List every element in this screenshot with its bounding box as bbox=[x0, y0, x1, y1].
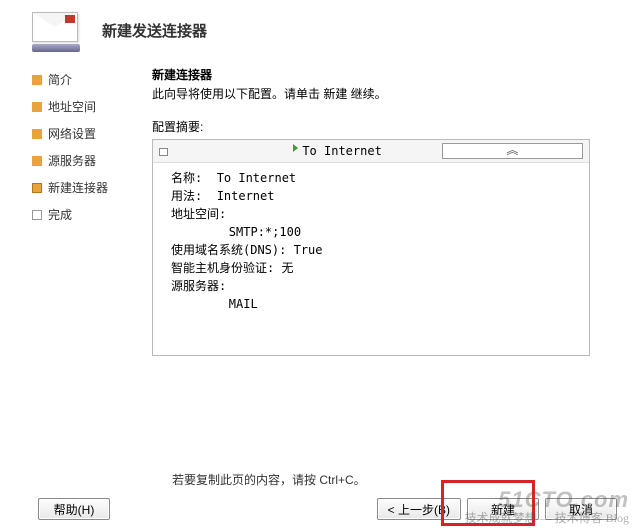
summary-header[interactable]: To Internet ︽ bbox=[153, 140, 589, 163]
sidebar-item-label: 地址空间 bbox=[48, 98, 96, 115]
connector-icon bbox=[159, 144, 298, 158]
sidebar-item-finish: 完成 bbox=[32, 201, 152, 228]
sidebar-item-create: 新建连接器 bbox=[32, 174, 152, 201]
copy-hint: 若要复制此页的内容，请按 Ctrl+C。 bbox=[172, 471, 617, 488]
summary-body: 名称: To Internet 用法: Internet 地址空间: SMTP:… bbox=[153, 163, 589, 355]
back-button[interactable]: < 上一步(B) bbox=[377, 498, 461, 520]
create-button[interactable]: 新建 bbox=[467, 498, 539, 520]
sidebar-item-network: 网络设置 bbox=[32, 120, 152, 147]
content-desc: 此向导将使用以下配置。请单击 新建 继续。 bbox=[152, 85, 617, 102]
sidebar-item-intro: 简介 bbox=[32, 66, 152, 93]
wizard-sidebar: 简介 地址空间 网络设置 源服务器 新建连接器 完成 bbox=[32, 66, 152, 356]
cancel-button[interactable]: 取消 bbox=[545, 498, 617, 520]
collapse-icon[interactable]: ︽ bbox=[442, 143, 583, 159]
sidebar-item-label: 网络设置 bbox=[48, 125, 96, 142]
wizard-title: 新建发送连接器 bbox=[102, 20, 207, 41]
summary-head-text: To Internet bbox=[302, 144, 441, 158]
sidebar-item-source: 源服务器 bbox=[32, 147, 152, 174]
summary-label: 配置摘要: bbox=[152, 118, 617, 135]
sidebar-item-label: 源服务器 bbox=[48, 152, 96, 169]
sidebar-item-label: 简介 bbox=[48, 71, 72, 88]
sidebar-item-label: 新建连接器 bbox=[48, 179, 108, 196]
sidebar-item-label: 完成 bbox=[48, 206, 72, 223]
help-button[interactable]: 帮助(H) bbox=[38, 498, 110, 520]
content-title: 新建连接器 bbox=[152, 66, 617, 83]
sidebar-item-address: 地址空间 bbox=[32, 93, 152, 120]
envelope-icon bbox=[32, 12, 80, 48]
config-summary-panel: To Internet ︽ 名称: To Internet 用法: Intern… bbox=[152, 139, 590, 356]
